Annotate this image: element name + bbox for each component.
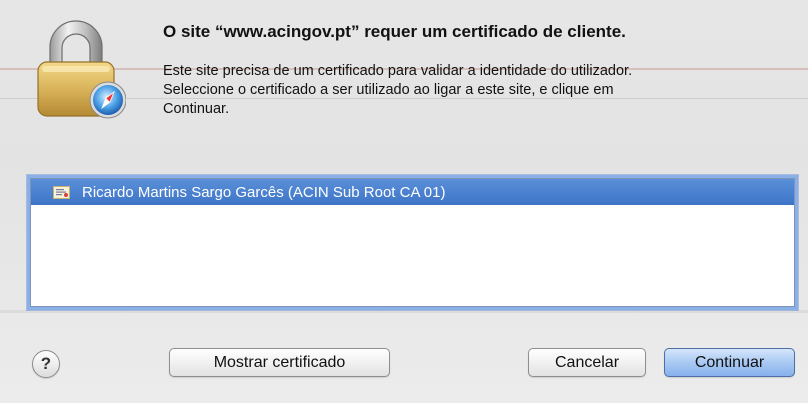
certificate-label: Ricardo Martins Sargo Garcês (ACIN Sub R… [82,183,446,201]
certificate-list[interactable]: Ricardo Martins Sargo Garcês (ACIN Sub R… [30,178,795,307]
show-certificate-button[interactable]: Mostrar certificado [169,348,390,377]
dialog-message: Este site precisa de um certificado para… [163,62,793,119]
certificate-dialog: O site “www.acingov.pt” requer um certif… [0,0,808,403]
cancel-button[interactable]: Cancelar [528,348,646,377]
help-button[interactable]: ? [32,350,60,378]
continue-button[interactable]: Continuar [664,348,795,377]
message-line: Este site precisa de um certificado para… [163,63,633,79]
certificate-icon [53,185,70,199]
message-line: Seleccione o certificado a ser utilizado… [163,82,614,98]
padlock-safari-icon [37,20,126,119]
certificate-list-item-selected[interactable]: Ricardo Martins Sargo Garcês (ACIN Sub R… [31,179,794,205]
dialog-title: O site “www.acingov.pt” requer um certif… [163,22,626,41]
message-line: Continuar. [163,101,230,117]
background-ghost-line [0,310,808,313]
